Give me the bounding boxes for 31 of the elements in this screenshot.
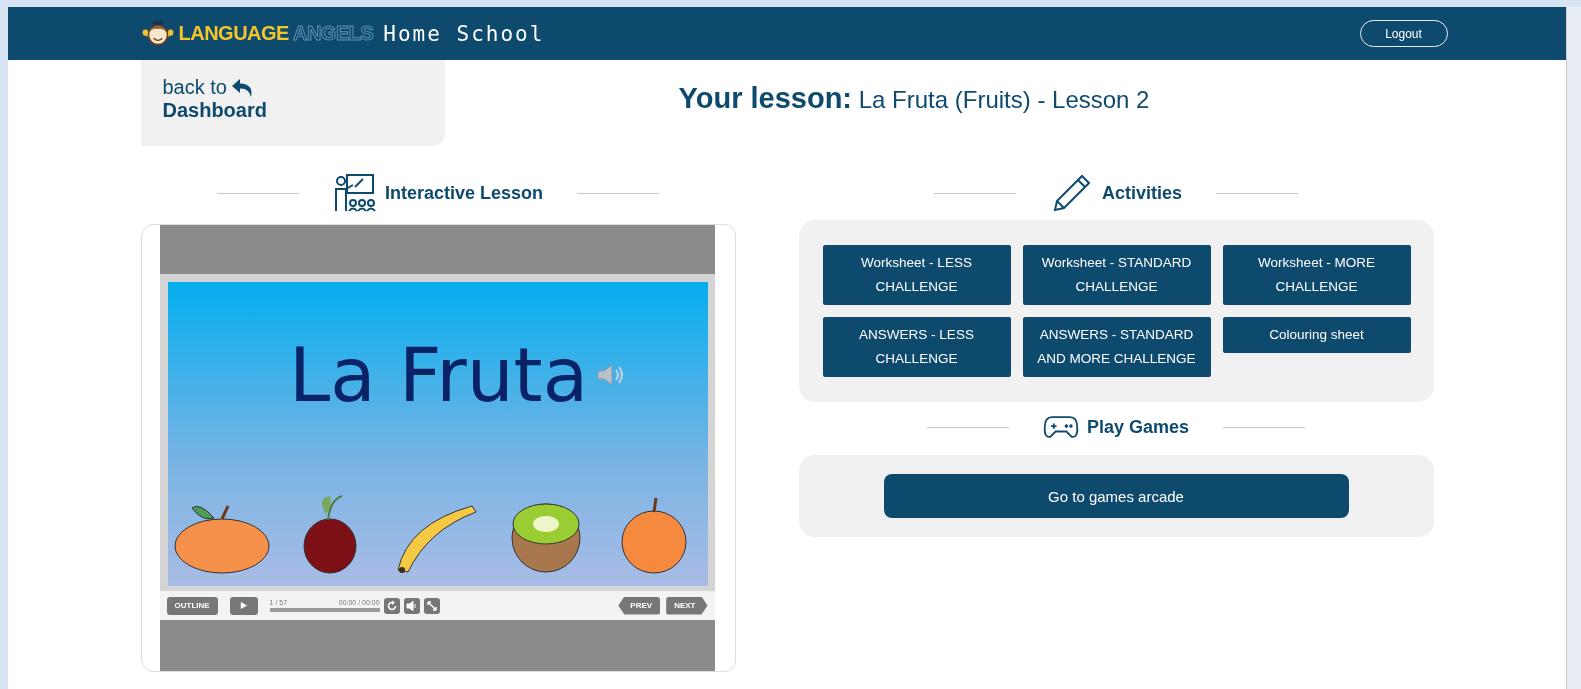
logo-tagline: Home School <box>383 21 545 46</box>
logo-text: ANGELS <box>292 22 374 45</box>
play-icon <box>239 601 249 610</box>
activity-button[interactable]: ANSWERS - STANDARD AND MORE CHALLENGE <box>1022 317 1211 377</box>
volume-button[interactable] <box>403 597 420 614</box>
activity-button[interactable]: Worksheet - MORE CHALLENGE <box>1222 245 1411 305</box>
next-button[interactable]: NEXT <box>666 596 708 615</box>
section-heading: Play Games <box>1086 416 1190 438</box>
replay-button[interactable] <box>383 597 400 614</box>
logo-text: LANGUAGE <box>178 22 289 45</box>
replay-icon <box>385 599 398 612</box>
lesson-title: Your lesson: La Fruta (Fruits) - Lesson 2 <box>677 82 1151 115</box>
prev-button[interactable]: PREV <box>618 596 661 615</box>
outline-button[interactable]: OUTLINE <box>166 596 218 615</box>
fullscreen-button[interactable] <box>423 597 440 614</box>
speaker-icon <box>405 599 418 612</box>
teacher-board-icon <box>332 173 377 213</box>
progress-track[interactable] <box>269 608 380 612</box>
gamepad-icon <box>1042 414 1079 440</box>
activity-button[interactable]: Worksheet - LESS CHALLENGE <box>822 245 1011 305</box>
games-arcade-button[interactable]: Go to games arcade <box>883 474 1349 518</box>
expand-icon <box>425 599 438 612</box>
play-button[interactable] <box>229 596 258 615</box>
back-to-dashboard-link[interactable]: back to Dashboard <box>140 60 445 146</box>
mascot-icon <box>140 19 175 48</box>
section-heading: Interactive Lesson <box>384 182 544 204</box>
slide-title: La Fruta <box>289 332 588 418</box>
activity-button[interactable]: ANSWERS - LESS CHALLENGE <box>822 317 1011 377</box>
section-heading: Activities <box>1101 182 1182 204</box>
activity-button[interactable]: Worksheet - STANDARD CHALLENGE <box>1022 245 1211 305</box>
activity-button[interactable]: Colouring sheet <box>1222 317 1411 353</box>
